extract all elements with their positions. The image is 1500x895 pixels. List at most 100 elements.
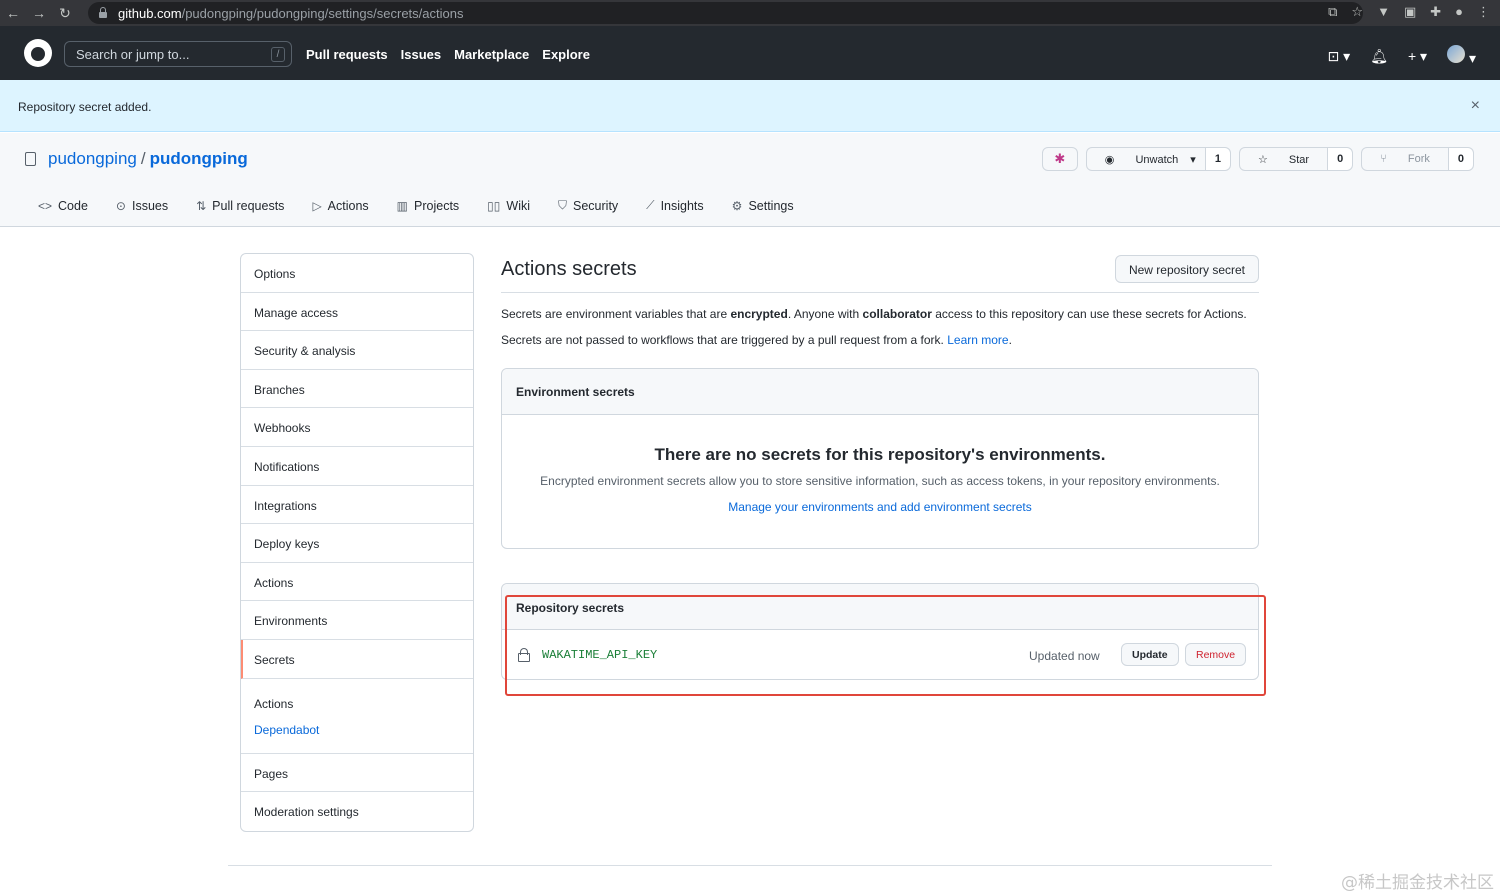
- nav-explore[interactable]: Explore: [542, 47, 590, 62]
- play-icon: ▷: [312, 198, 322, 213]
- nav-marketplace[interactable]: Marketplace: [454, 47, 529, 62]
- sidebar-item-options[interactable]: Options: [241, 254, 473, 293]
- watch-label: Unwatch: [1135, 154, 1179, 166]
- lock-icon: [518, 648, 530, 662]
- sidebar-item-branches[interactable]: Branches: [241, 370, 473, 409]
- search-input[interactable]: Search or jump to... /: [64, 41, 292, 67]
- tab-settings[interactable]: ⚙ Settings: [732, 198, 794, 213]
- desc1-encrypted: encrypted: [730, 307, 788, 321]
- tab-issues[interactable]: ⊙ Issues: [116, 198, 168, 213]
- sponsor-button[interactable]: ✱: [1041, 147, 1078, 171]
- screenshot-extension-icon[interactable]: ▣: [1404, 4, 1416, 20]
- fork-note: Secrets are not passed to workflows that…: [501, 333, 1012, 347]
- sidebar-item-integrations[interactable]: Integrations: [241, 486, 473, 525]
- tab-projects[interactable]: ▥ Projects: [397, 198, 460, 213]
- sidebar-subitem-dependabot[interactable]: Dependabot: [254, 723, 460, 737]
- user-menu[interactable]: ▾: [1447, 45, 1476, 67]
- github-header: Search or jump to... / Pull requests Iss…: [0, 26, 1500, 80]
- watch-button[interactable]: ◉ Unwatch ▾: [1087, 148, 1205, 170]
- command-palette-icon[interactable]: ⊡ ▾: [1328, 48, 1351, 65]
- puzzle-icon[interactable]: ✚: [1430, 4, 1441, 20]
- address-bar[interactable]: github.com/pudongping/pudongping/setting…: [88, 2, 1363, 24]
- sidebar-subitem-actions[interactable]: Actions: [254, 697, 460, 711]
- sidebar-item-pages[interactable]: Pages: [241, 754, 473, 793]
- pull-request-icon: ⇅: [196, 198, 207, 213]
- tab-pull-requests-label: Pull requests: [212, 198, 285, 213]
- repo-title-separator: /: [140, 149, 146, 168]
- tab-projects-label: Projects: [414, 198, 460, 213]
- search-placeholder: Search or jump to...: [76, 47, 190, 62]
- lock-icon[interactable]: [98, 7, 108, 19]
- new-repository-secret-button[interactable]: New repository secret: [1114, 255, 1259, 283]
- sidebar-item-moderation-settings[interactable]: Moderation settings: [241, 792, 473, 831]
- tab-actions-label: Actions: [327, 198, 369, 213]
- sidebar-item-deploy-keys[interactable]: Deploy keys: [241, 524, 473, 563]
- sidebar-item-notifications[interactable]: Notifications: [241, 447, 473, 486]
- tab-issues-label: Issues: [131, 198, 169, 213]
- sponsor-icon: ✱: [1054, 151, 1066, 166]
- empty-state-description: Encrypted environment secrets allow you …: [540, 474, 1220, 488]
- close-icon[interactable]: ×: [1471, 97, 1480, 115]
- tab-wiki-label: Wiki: [506, 198, 530, 213]
- manage-environments-link[interactable]: Manage your environments and add environ…: [502, 500, 1258, 514]
- repo-name-link[interactable]: pudongping: [150, 149, 248, 169]
- update-secret-button[interactable]: Update: [1121, 643, 1179, 666]
- url-host: github.com: [118, 5, 182, 21]
- remove-secret-button[interactable]: Remove: [1185, 643, 1247, 666]
- fork-count[interactable]: 0: [1447, 148, 1473, 170]
- back-icon[interactable]: ←: [0, 5, 26, 21]
- tab-code[interactable]: <> Code: [38, 198, 88, 213]
- profile-icon[interactable]: ●: [1455, 4, 1463, 20]
- tab-pull-requests[interactable]: ⇅ Pull requests: [196, 198, 284, 213]
- repo-title: pudongping / pudongping: [25, 149, 248, 169]
- desc1-text-e: access to this repository can use these …: [931, 307, 1247, 321]
- tab-actions[interactable]: ▷ Actions: [312, 198, 368, 213]
- sidebar-item-secrets[interactable]: Secrets: [241, 639, 473, 679]
- desc1-text-a: Secrets are environment variables that a…: [501, 307, 731, 321]
- global-nav: Pull requests Issues Marketplace Explore: [306, 47, 590, 62]
- sidebar-item-manage-access[interactable]: Manage access: [241, 293, 473, 332]
- vue-extension-icon[interactable]: ▼: [1377, 4, 1390, 20]
- nav-pull-requests[interactable]: Pull requests: [306, 47, 388, 62]
- reload-icon[interactable]: ↻: [52, 5, 78, 22]
- kebab-menu-icon[interactable]: ⋮: [1477, 4, 1490, 20]
- tab-wiki[interactable]: ▯▯ Wiki: [487, 198, 530, 213]
- book-icon: ▯▯: [487, 198, 501, 213]
- github-logo-icon[interactable]: [24, 39, 52, 67]
- notifications-bell-icon[interactable]: 🔔︎: [1370, 48, 1388, 65]
- extension-icons: ⧉ ☆ ▼ ▣ ✚ ● ⋮: [1328, 4, 1490, 20]
- repo-owner-link[interactable]: pudongping: [48, 149, 137, 169]
- translate-icon[interactable]: ⧉: [1328, 4, 1337, 20]
- code-icon: <>: [38, 198, 53, 213]
- gear-icon: ⚙: [731, 198, 743, 213]
- eye-icon: ◉: [1104, 154, 1115, 166]
- repository-secrets-heading: Repository secrets: [502, 584, 1258, 630]
- project-icon: ▥: [396, 198, 409, 213]
- graph-icon: ⟋: [646, 198, 655, 212]
- secrets-description: Secrets are environment variables that a…: [501, 307, 1247, 321]
- tab-insights[interactable]: ⟋ Insights: [646, 198, 704, 213]
- forward-icon[interactable]: →: [26, 5, 52, 21]
- nav-issues[interactable]: Issues: [401, 47, 441, 62]
- repo-header: pudongping / pudongping ✱ ◉ Unwatch ▾ 1 …: [0, 133, 1500, 227]
- sidebar-item-actions[interactable]: Actions: [241, 563, 473, 602]
- tab-code-label: Code: [58, 198, 88, 213]
- watermark: @稀土掘金技术社区: [1341, 873, 1494, 893]
- create-new-icon[interactable]: + ▾: [1408, 48, 1427, 65]
- star-button[interactable]: ☆ Star: [1240, 148, 1327, 170]
- tab-settings-label: Settings: [748, 198, 794, 213]
- shield-icon: ⛉: [558, 198, 568, 212]
- sidebar-item-webhooks[interactable]: Webhooks: [241, 408, 473, 447]
- star-count[interactable]: 0: [1327, 148, 1353, 170]
- footer-divider: [228, 865, 1272, 866]
- sidebar-item-security-analysis[interactable]: Security & analysis: [241, 331, 473, 370]
- title-divider: [501, 292, 1259, 293]
- watch-count[interactable]: 1: [1204, 148, 1230, 170]
- fork-button[interactable]: ⑂ Fork: [1362, 148, 1448, 170]
- bookmark-star-icon[interactable]: ☆: [1351, 4, 1363, 20]
- sidebar-item-environments[interactable]: Environments: [241, 601, 473, 640]
- tab-security[interactable]: ⛉ Security: [558, 198, 618, 213]
- secret-name: WAKATIME_API_KEY: [542, 648, 658, 662]
- learn-more-link[interactable]: Learn more: [947, 333, 1008, 347]
- star-label: Star: [1288, 154, 1310, 166]
